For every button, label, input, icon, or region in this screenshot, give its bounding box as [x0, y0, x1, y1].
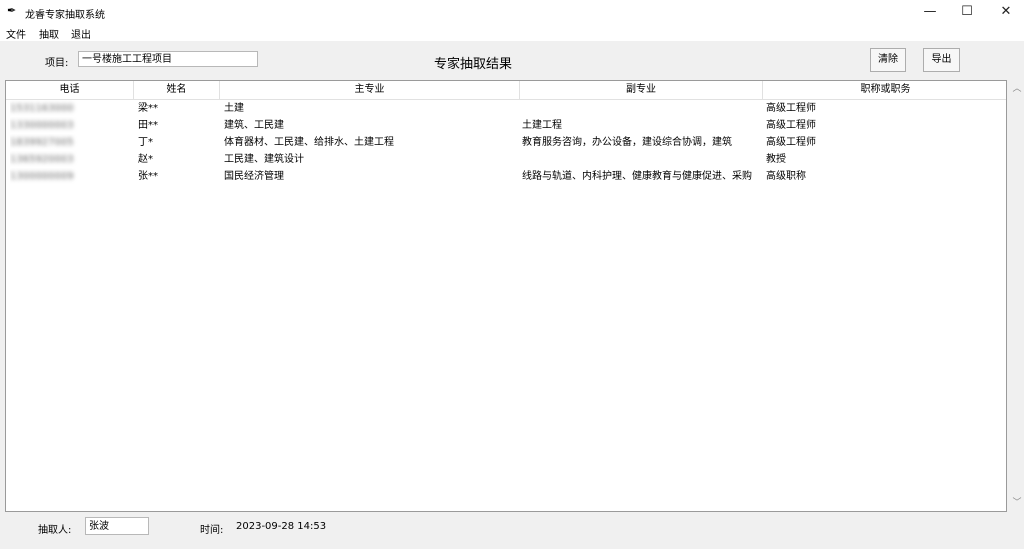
- cell-title: 高级工程师: [766, 103, 816, 114]
- menu-extract[interactable]: 抽取: [39, 26, 59, 41]
- cell-minor: 教育服务咨询，办公设备，建设综合协调，建筑: [522, 137, 732, 148]
- cell-minor: 线路与轨道、内科护理、健康教育与健康促进、采购: [522, 171, 752, 182]
- export-button[interactable]: 导出: [923, 48, 960, 72]
- menu-bar: 文件 抽取 退出: [0, 24, 1024, 41]
- column-header-name[interactable]: 姓名: [134, 81, 220, 99]
- cell-name: 田**: [138, 120, 158, 131]
- cell-minor: [522, 151, 761, 168]
- table-row[interactable]: 1300000009 张** 国民经济管理 线路与轨道、内科护理、健康教育与健康…: [6, 168, 1006, 185]
- column-header-phone[interactable]: 电话: [6, 81, 134, 99]
- menu-exit[interactable]: 退出: [71, 26, 91, 41]
- cell-phone: 1531163000: [10, 103, 74, 114]
- feather-icon: ✒: [7, 4, 17, 17]
- cell-major: 工民建、建筑设计: [224, 154, 304, 165]
- cell-title: 高级工程师: [766, 137, 816, 148]
- cell-major: 国民经济管理: [224, 171, 284, 182]
- vertical-scrollbar[interactable]: ︿ ﹀: [1010, 80, 1024, 512]
- project-input[interactable]: 一号楼施工工程项目: [78, 51, 258, 67]
- table-row[interactable]: 1839927005 丁* 体育器材、工民建、给排水、土建工程 教育服务咨询，办…: [6, 134, 1006, 151]
- time-label: 时间:: [200, 525, 224, 536]
- cell-major: 体育器材、工民建、给排水、土建工程: [224, 137, 394, 148]
- column-header-title[interactable]: 职称或职务: [763, 81, 1006, 99]
- cell-title: 教授: [766, 154, 786, 165]
- results-table: 电话 姓名 主专业 副专业 职称或职务 1531163000 梁** 土建 高级…: [5, 80, 1007, 512]
- drawer-label: 抽取人:: [38, 525, 72, 536]
- table-row[interactable]: 1531163000 梁** 土建 高级工程师: [6, 100, 1006, 117]
- clear-button[interactable]: 清除: [870, 48, 906, 72]
- cell-major: 土建: [224, 103, 244, 114]
- table-header: 电话 姓名 主专业 副专业 职称或职务: [6, 81, 1006, 100]
- window-title: 龙睿专家抽取系统: [25, 10, 105, 21]
- cell-name: 张**: [138, 171, 158, 182]
- minimize-button[interactable]: —: [912, 0, 948, 24]
- table-row[interactable]: 1330000003 田** 建筑、工民建 土建工程 高级工程师: [6, 117, 1006, 134]
- time-value: 2023-09-28 14:53: [236, 521, 327, 532]
- cell-title: 高级工程师: [766, 120, 816, 131]
- drawer-input[interactable]: 张波: [85, 517, 149, 535]
- close-button[interactable]: ✕: [988, 0, 1024, 24]
- chevron-up-icon[interactable]: ︿: [1010, 82, 1024, 96]
- cell-name: 丁*: [138, 137, 153, 148]
- cell-phone: 1300000009: [10, 171, 74, 182]
- title-bar: ✒ 龙睿专家抽取系统 — ☐ ✕: [0, 0, 1024, 24]
- status-bar: 抽取人: 张波 时间: 2023-09-28 14:53: [0, 514, 1024, 549]
- cell-phone: 1330000003: [10, 120, 74, 131]
- chevron-down-icon[interactable]: ﹀: [1010, 496, 1024, 510]
- column-header-major[interactable]: 主专业: [220, 81, 520, 99]
- cell-name: 梁**: [138, 103, 158, 114]
- table-row[interactable]: 1365920003 赵* 工民建、建筑设计 教授: [6, 151, 1006, 168]
- cell-phone: 1365920003: [10, 154, 74, 165]
- cell-major: 建筑、工民建: [224, 120, 284, 131]
- toolbar: 项目: 一号楼施工工程项目 专家抽取结果 清除 导出: [0, 41, 1024, 78]
- menu-file[interactable]: 文件: [6, 26, 26, 41]
- cell-name: 赵*: [138, 154, 153, 165]
- column-header-minor[interactable]: 副专业: [520, 81, 763, 99]
- project-label: 项目:: [45, 58, 69, 69]
- maximize-button[interactable]: ☐: [949, 0, 985, 24]
- cell-phone: 1839927005: [10, 137, 74, 148]
- cell-minor: [522, 100, 761, 117]
- page-title: 专家抽取结果: [434, 57, 513, 72]
- cell-title: 高级职称: [766, 171, 806, 182]
- cell-minor: 土建工程: [522, 120, 562, 131]
